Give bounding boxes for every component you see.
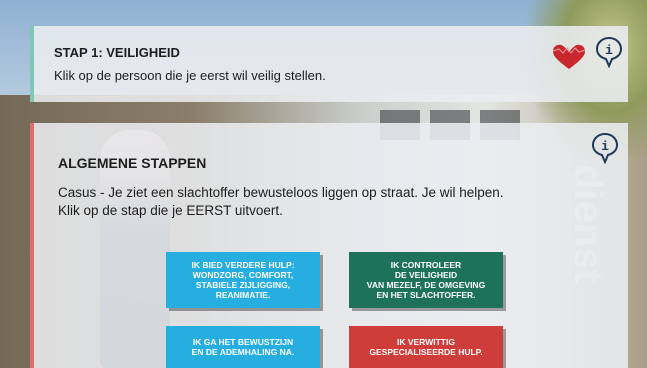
info-icon[interactable]: i bbox=[590, 132, 620, 164]
prompt-text: Klik op de stap die je EERST uitvoert. bbox=[58, 203, 283, 218]
main-title: ALGEMENE STAPPEN bbox=[58, 155, 207, 171]
case-text: Casus - Je ziet een slachtoffer bewustel… bbox=[58, 185, 504, 200]
option-check-consciousness-button[interactable]: IK GA HET BEWUSTZIJN EN DE ADEMHALING NA… bbox=[166, 326, 320, 368]
option-further-help-button[interactable]: IK BIED VERDERE HULP: WONDZORG, COMFORT,… bbox=[166, 252, 320, 308]
step-title: STAP 1: VEILIGHEID bbox=[54, 45, 180, 60]
svg-text:i: i bbox=[601, 139, 609, 154]
option-call-help-button[interactable]: IK VERWITTIG GESPECIALISEERDE HULP. bbox=[349, 326, 503, 368]
info-icon[interactable]: i bbox=[594, 36, 624, 68]
svg-text:i: i bbox=[605, 43, 613, 58]
step-instruction: Klik op de persoon die je eerst wil veil… bbox=[54, 68, 326, 83]
heart-icon bbox=[553, 44, 585, 69]
main-panel: i ALGEMENE STAPPEN Casus - Je ziet een s… bbox=[30, 123, 628, 368]
option-check-safety-button[interactable]: IK CONTROLEER DE VEILIGHEID VAN MEZELF, … bbox=[349, 252, 503, 308]
step-panel: STAP 1: VEILIGHEID Klik op de persoon di… bbox=[30, 26, 628, 102]
